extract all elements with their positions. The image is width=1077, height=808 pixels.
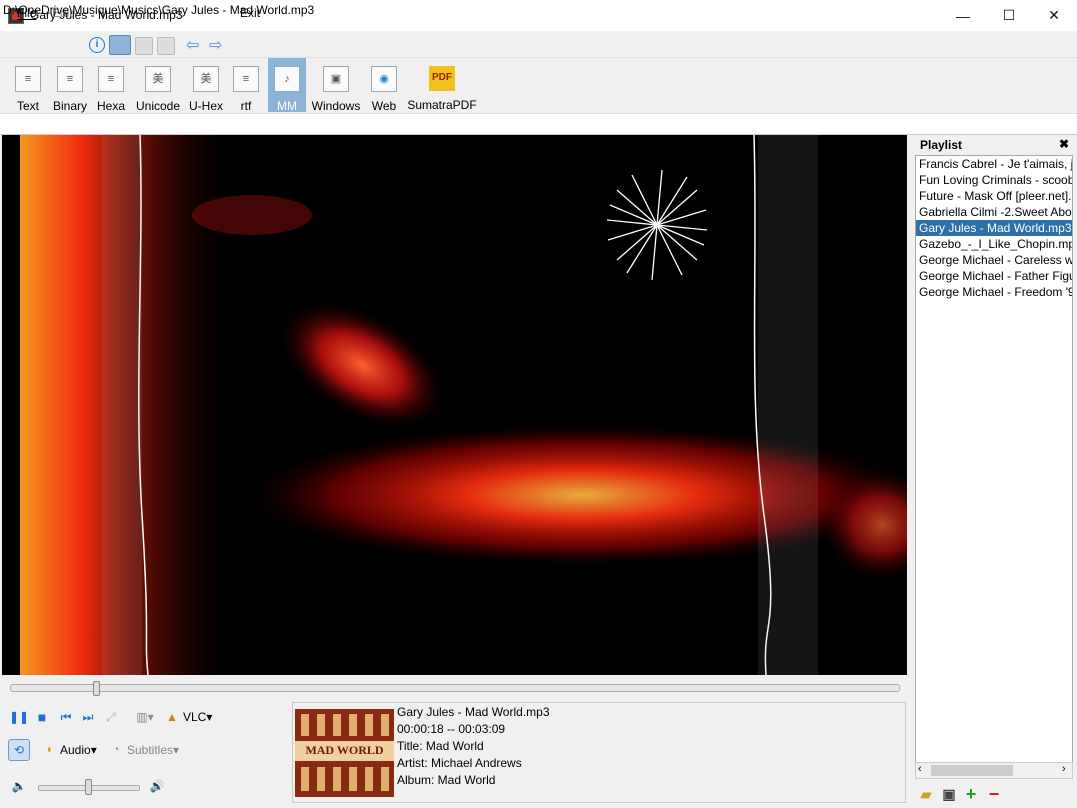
open-folder-icon[interactable]: ▰ — [918, 786, 934, 802]
scroll-thumb[interactable] — [931, 765, 1013, 776]
album-art: MAD WORLD — [295, 709, 394, 797]
track-title: Title: Mad World — [397, 739, 484, 753]
tool-binary[interactable]: ≡ Binary — [52, 58, 88, 113]
tool-text[interactable]: ≡ Text — [10, 58, 46, 113]
tool-label: Hexa — [96, 99, 125, 113]
file-path: D:\OneDrive\Musique\Musics\Gary Jules - … — [3, 3, 315, 17]
path-bar — [0, 113, 1077, 135]
minimize-button[interactable]: — — [940, 0, 986, 31]
tool-label: U-Hex — [188, 99, 223, 113]
playlist-item[interactable]: Gabriella Cilmi -2.Sweet Abou — [916, 204, 1072, 220]
tool-label: SumatraPDF — [407, 98, 477, 112]
copy-icon[interactable] — [135, 37, 153, 55]
stop-button[interactable]: ■ — [34, 709, 50, 725]
info-icon[interactable]: i — [89, 37, 105, 53]
audio-dropdown[interactable]: Audio▾ — [60, 743, 97, 757]
print-icon[interactable] — [157, 37, 175, 55]
visualization-svg — [20, 135, 907, 675]
tool-label: MM — [277, 99, 297, 113]
tool-text-icon: ≡ — [15, 66, 41, 92]
back-icon[interactable]: ⇦ — [186, 35, 199, 55]
playlist-item[interactable]: Future - Mask Off [pleer.net]. — [916, 188, 1072, 204]
tool-windows-icon: ▣ — [323, 66, 349, 92]
tool-label: Text — [16, 99, 39, 113]
tool-label: Binary — [52, 99, 87, 113]
tool-label: rtf — [240, 99, 252, 113]
fullscreen-button[interactable]: ⤢ — [103, 709, 119, 725]
audio-icon: ◖ — [45, 742, 53, 756]
tool-rtf[interactable]: ≡ rtf — [231, 58, 261, 113]
scroll-right-icon[interactable]: › — [1062, 763, 1066, 775]
maximize-button[interactable]: ☐ — [986, 0, 1032, 31]
aspect-dropdown[interactable]: ▥▾ — [133, 709, 157, 725]
tool-unicode-icon: 美 — [145, 66, 171, 92]
next-button[interactable]: ⏭ — [80, 709, 96, 725]
forward-icon[interactable]: ⇨ — [209, 35, 222, 55]
tool-mm[interactable]: ♪ MM — [268, 58, 306, 113]
playlist-item[interactable]: George Michael - Careless wh — [916, 252, 1072, 268]
tool-rtf-icon: ≡ — [233, 66, 259, 92]
track-artist: Artist: Michael Andrews — [397, 756, 522, 770]
add-icon[interactable]: + — [963, 784, 979, 804]
track-time: 00:00:18 -- 00:03:09 — [397, 722, 506, 736]
volume-max-icon[interactable]: 🔊 — [149, 778, 165, 794]
playlist-item[interactable]: Fun Loving Criminals - scoob — [916, 172, 1072, 188]
playlist-item[interactable]: Francis Cabrel - Je t'aimais, je — [916, 156, 1072, 172]
tool-hexa-icon: ≡ — [98, 66, 124, 92]
tool-u-hex-icon: 美 — [193, 66, 219, 92]
engine-dropdown[interactable]: VLC▾ — [183, 710, 212, 724]
subtitles-dropdown[interactable]: Subtitles▾ — [127, 743, 179, 757]
tool-web-icon: ◉ — [371, 66, 397, 92]
tool-web[interactable]: ◉ Web — [367, 58, 401, 113]
seek-handle[interactable] — [93, 681, 101, 696]
tool-label: Windows — [311, 99, 361, 113]
tool-hexa[interactable]: ≡ Hexa — [94, 58, 128, 113]
playlist-item[interactable]: Gazebo_-_I_Like_Chopin.mp3 — [916, 236, 1072, 252]
mute-icon[interactable]: 🔈 — [11, 778, 27, 794]
tool-mm-icon: ♪ — [274, 66, 300, 92]
vlc-icon: ▲ — [166, 710, 178, 724]
remove-icon[interactable]: − — [986, 784, 1002, 804]
tool-label: Unicode — [135, 99, 181, 113]
playlist-list[interactable]: Francis Cabrel - Je t'aimais, je Fun Lovi… — [915, 155, 1073, 764]
video-visualization[interactable] — [2, 135, 907, 675]
tool-label: Web — [371, 99, 397, 113]
tool-unicode[interactable]: 美 Unicode — [135, 58, 181, 113]
volume-handle[interactable] — [85, 779, 92, 795]
subtitles-icon: ◔ — [112, 742, 120, 756]
track-filename: Gary Jules - Mad World.mp3 — [397, 705, 550, 719]
playlist-item[interactable]: Gary Jules - Mad World.mp3 — [916, 220, 1072, 236]
playlist-close-icon[interactable]: ✖ — [1059, 137, 1069, 151]
save-icon[interactable]: ▣ — [941, 786, 957, 802]
close-button[interactable]: ✕ — [1031, 0, 1077, 31]
film-icon[interactable] — [109, 35, 131, 55]
pause-button[interactable]: ❚❚ — [9, 709, 29, 725]
previous-button[interactable]: ⏮ — [58, 709, 74, 725]
track-album: Album: Mad World — [397, 773, 496, 787]
playlist-title: Playlist — [920, 138, 963, 152]
album-art-title: MAD WORLD — [305, 743, 384, 757]
playlist-item[interactable]: George Michael - Freedom '9 — [916, 284, 1072, 300]
tool-sumatrapdf-icon: PDF — [429, 66, 455, 91]
scroll-left-icon[interactable]: ‹ — [918, 763, 922, 775]
tool-binary-icon: ≡ — [57, 66, 83, 92]
seek-bar[interactable] — [10, 684, 900, 692]
tool-windows[interactable]: ▣ Windows — [311, 58, 361, 113]
repeat-button[interactable]: ⟲ — [8, 739, 30, 761]
playlist-item[interactable]: George Michael - Father Figu — [916, 268, 1072, 284]
tool-u-hex[interactable]: 美 U-Hex — [188, 58, 224, 113]
tool-sumatrapdf[interactable]: PDF SumatraPDF — [407, 58, 477, 112]
